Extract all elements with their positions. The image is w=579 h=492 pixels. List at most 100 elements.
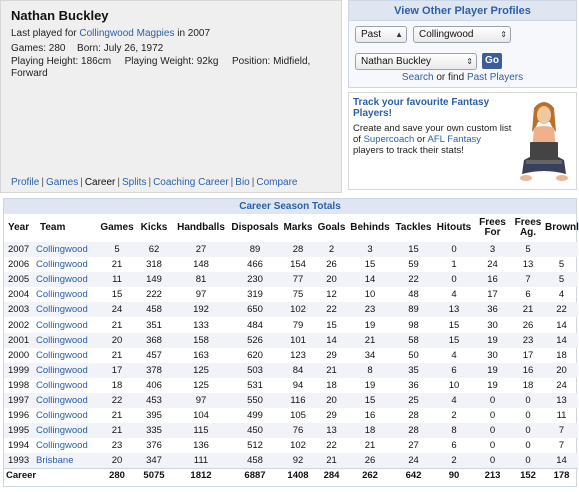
search-line: Search or find Past Players	[349, 72, 576, 83]
stat-cell: 13	[545, 392, 578, 409]
career-totals-title: Career Season Totals	[4, 199, 576, 214]
stat-cell: 503	[230, 362, 280, 378]
playing-weight: Playing Weight: 92kg	[124, 56, 219, 67]
stat-cell: 21	[347, 332, 393, 348]
past-players-link[interactable]: Past Players	[467, 72, 523, 83]
stat-cell: 23	[511, 332, 545, 348]
subnav-coaching-career[interactable]: Coaching Career	[153, 177, 229, 188]
stat-cell: 18	[326, 379, 337, 391]
go-button[interactable]: Go	[482, 53, 502, 69]
stat-cell: 458	[230, 453, 280, 469]
afl-fantasy-link[interactable]: AFL Fantasy	[428, 134, 482, 145]
stat-cell: 50	[408, 349, 419, 361]
team-cell: Collingwood	[36, 408, 98, 423]
team-link[interactable]: Collingwood	[36, 335, 88, 346]
fantasy-text: Create and save your own custom list of …	[353, 123, 513, 156]
stat-cell: 89	[230, 242, 280, 258]
column-header-team: Team	[40, 222, 66, 233]
column-header-behinds: Behinds	[350, 222, 390, 233]
stat-cell: 0	[525, 410, 531, 422]
search-link[interactable]: Search	[402, 72, 434, 83]
player-select[interactable]: Nathan Buckley ⇕	[355, 53, 477, 70]
stat-cell: 8	[347, 362, 393, 378]
career-total-cell: 1408	[280, 467, 316, 483]
subnav-games[interactable]: Games	[46, 177, 78, 188]
year-cell: 1999	[4, 362, 36, 378]
subnav-bio[interactable]: Bio	[235, 177, 249, 188]
career-total-label: Career	[4, 467, 37, 483]
team-select[interactable]: Collingwood ⇕	[413, 26, 511, 43]
stat-cell: 15	[347, 392, 393, 409]
last-played-suffix: in 2007	[177, 28, 211, 39]
table-row: 1996 Collingwood 21 395 104 499 105 29 16 28 2 0 0 11	[4, 408, 578, 423]
stat-cell: 17	[98, 362, 136, 378]
team-link[interactable]: Collingwood	[36, 274, 88, 285]
table-row: 1993 Brisbane 20 347 111 458 92 21 26 24 2 0 0 14	[4, 453, 578, 469]
stat-cell: 2	[451, 410, 457, 422]
status-select[interactable]: Past ▲	[355, 26, 407, 43]
stat-cell: 23	[111, 440, 123, 452]
stat-cell: 24	[393, 453, 434, 469]
stat-cell: 14	[545, 453, 578, 469]
team-link[interactable]: Collingwood	[36, 244, 88, 255]
stat-cell: 23	[347, 302, 393, 318]
player-select-value: Nathan Buckley	[361, 56, 432, 67]
stat-cell: 102	[280, 302, 316, 318]
stat-cell: 457	[146, 349, 162, 361]
other-profiles-box: View Other Player Profiles Past ▲ Collin…	[348, 0, 577, 88]
career-total-row: Career 280 5075 1812 6887 1408 284 262 642 90 213 1…	[4, 467, 578, 483]
career-total-cell: 280	[98, 467, 136, 483]
team-link[interactable]: Collingwood	[36, 259, 88, 270]
stat-cell: 21	[98, 423, 136, 439]
team-link[interactable]: Collingwood	[36, 350, 88, 361]
last-played-team-link[interactable]: Collingwood Magpies	[79, 28, 174, 39]
column-header-year: Year	[8, 222, 30, 233]
stat-cell: 347	[136, 453, 172, 469]
stat-cell: 125	[172, 362, 230, 378]
column-header-marks: Marks	[283, 222, 313, 233]
stat-cell: 14	[316, 332, 347, 348]
stat-cell: 0	[511, 423, 545, 439]
playing-height: Playing Height: 186cm	[11, 56, 112, 67]
supercoach-link[interactable]: Supercoach	[364, 134, 415, 145]
stat-cell: 21	[111, 349, 123, 361]
column-header-frees-ag: Frees Ag.	[514, 217, 542, 238]
team-link[interactable]: Collingwood	[36, 320, 88, 331]
team-cell: Collingwood	[36, 348, 98, 363]
team-link[interactable]: Collingwood	[36, 289, 88, 300]
stat-cell: 6	[451, 440, 457, 452]
subnav-profile[interactable]: Profile	[11, 177, 39, 188]
column-header-hitouts: Hitouts	[436, 222, 472, 233]
position-line-2: Forward	[11, 68, 48, 79]
team-link[interactable]: Collingwood	[36, 410, 88, 421]
team-link[interactable]: Collingwood	[36, 440, 88, 451]
fantasy-title-link[interactable]: Track your favourite Fantasy Players!	[353, 97, 503, 119]
stat-cell: 13	[434, 302, 474, 318]
team-link[interactable]: Collingwood	[36, 425, 88, 436]
games-born-line: Games: 280 Born: July 26, 1972	[11, 43, 163, 54]
team-link[interactable]: Collingwood	[36, 380, 88, 391]
subnav-compare[interactable]: Compare	[256, 177, 297, 188]
stat-cell: 36	[408, 379, 419, 391]
stat-cell: 19	[364, 319, 376, 331]
stat-cell: 36	[474, 302, 511, 318]
team-link[interactable]: Collingwood	[36, 304, 88, 315]
career-total-cell: 284	[316, 467, 347, 483]
stat-cell: 11	[98, 272, 136, 288]
stat-cell: 59	[408, 259, 419, 271]
stat-cell: 148	[193, 259, 209, 271]
stat-cell: 512	[247, 440, 263, 452]
stat-cell: 378	[136, 362, 172, 378]
team-link[interactable]: Collingwood	[36, 395, 88, 406]
stat-cell: 19	[474, 362, 511, 378]
stat-cell: 22	[98, 392, 136, 409]
stat-cell: 5	[558, 259, 565, 271]
stat-cell: 21	[111, 319, 123, 331]
team-link[interactable]: Brisbane	[36, 455, 74, 466]
stat-cell: 0	[525, 440, 531, 452]
subnav-splits[interactable]: Splits	[122, 177, 146, 188]
subnav-separator: |	[117, 177, 120, 188]
team-link[interactable]: Collingwood	[36, 365, 88, 376]
stat-cell: 3	[474, 242, 511, 258]
stat-cell: 458	[136, 302, 172, 318]
